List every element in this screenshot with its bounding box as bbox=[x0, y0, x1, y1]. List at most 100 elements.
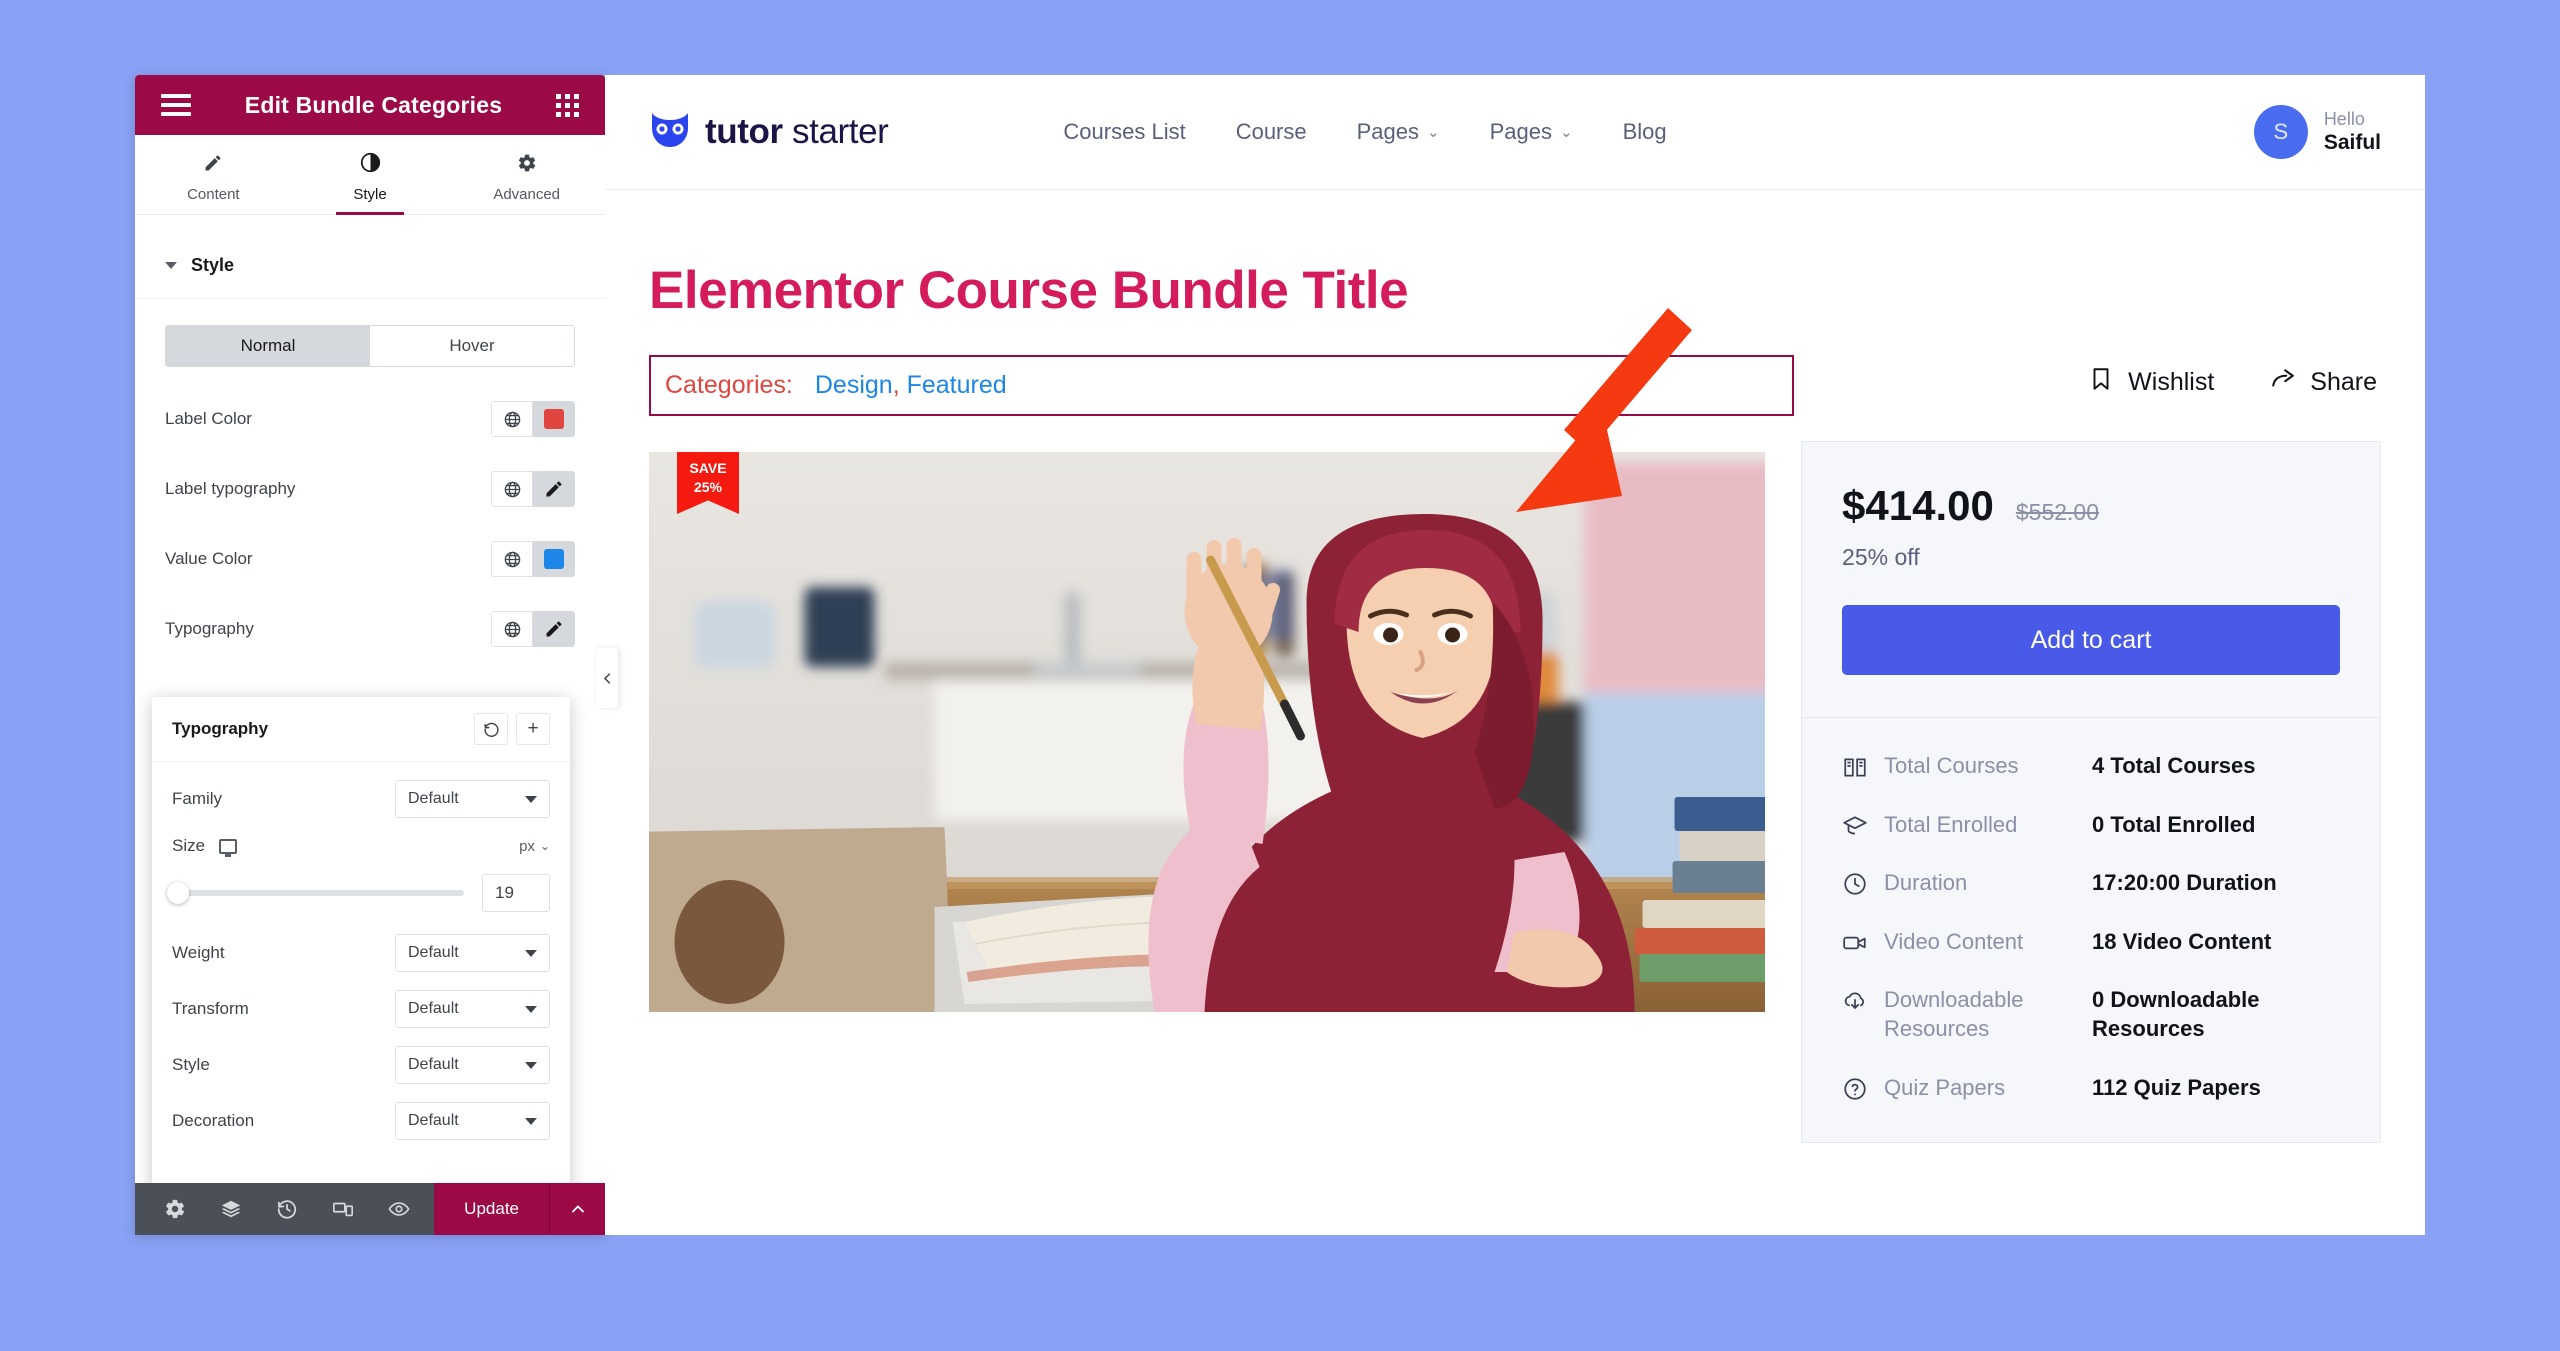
categories-values[interactable]: Design, Featured bbox=[815, 371, 1007, 400]
meta-value: 18 Video Content bbox=[2092, 928, 2272, 954]
brand-text: tutor starter bbox=[705, 112, 889, 152]
brand-light: starter bbox=[782, 112, 889, 151]
gear-settings-icon[interactable] bbox=[147, 1183, 203, 1235]
chevron-up-icon[interactable] bbox=[549, 1183, 605, 1235]
decoration-label: Decoration bbox=[172, 1111, 255, 1130]
nav-item-pages-1[interactable]: Pages ⌄ bbox=[1357, 119, 1440, 145]
weight-select[interactable]: Default bbox=[395, 934, 550, 972]
meta-label: Quiz Papers bbox=[1884, 1074, 2006, 1100]
size-slider-thumb[interactable] bbox=[166, 882, 189, 904]
responsive-devices-icon[interactable] bbox=[315, 1183, 371, 1235]
meta-row: Total Courses 4 Total Courses bbox=[1842, 752, 2340, 781]
share-label: Share bbox=[2310, 368, 2377, 396]
history-clock-icon[interactable] bbox=[259, 1183, 315, 1235]
decoration-select[interactable]: Default bbox=[395, 1102, 550, 1140]
contrast-half-circle-icon bbox=[360, 152, 381, 177]
transform-value: Default bbox=[408, 1000, 459, 1017]
chevron-down-icon: ⌄ bbox=[1427, 124, 1440, 141]
meta-row: Total Enrolled 0 Total Enrolled bbox=[1842, 811, 2340, 840]
color-preview bbox=[544, 409, 564, 429]
tab-style[interactable]: Style bbox=[292, 135, 449, 215]
hamburger-icon[interactable] bbox=[161, 94, 191, 116]
globe-icon[interactable] bbox=[491, 611, 533, 647]
chevron-down-icon: ⌄ bbox=[1559, 124, 1573, 141]
globe-icon[interactable] bbox=[491, 401, 533, 437]
size-value: 19 bbox=[495, 883, 514, 902]
site-logo[interactable]: tutor starter bbox=[649, 111, 889, 154]
grid-apps-icon[interactable] bbox=[556, 93, 579, 117]
wishlist-label: Wishlist bbox=[2128, 368, 2215, 396]
typography-field-size: Size px ⌄ bbox=[172, 836, 550, 856]
size-unit-selector[interactable]: px ⌄ bbox=[519, 838, 550, 855]
label-typography-edit-pencil-icon[interactable] bbox=[533, 471, 575, 507]
desktop-icon[interactable] bbox=[219, 838, 238, 854]
value-color-swatch[interactable] bbox=[533, 541, 575, 577]
wishlist-button[interactable]: Wishlist bbox=[2088, 366, 2214, 399]
globe-icon[interactable] bbox=[491, 541, 533, 577]
nav-label: Pages bbox=[1489, 119, 1552, 144]
share-button[interactable]: Share bbox=[2270, 366, 2377, 399]
decoration-value: Default bbox=[408, 1112, 459, 1129]
tab-advanced[interactable]: Advanced bbox=[448, 135, 605, 214]
nav-item-course[interactable]: Course bbox=[1236, 119, 1307, 145]
category-featured[interactable]: Featured bbox=[907, 371, 1007, 399]
size-slider-row: 19 bbox=[166, 874, 550, 912]
reset-arrow-icon[interactable] bbox=[474, 713, 508, 745]
label-color-swatch[interactable] bbox=[533, 401, 575, 437]
size-unit-value: px bbox=[519, 837, 535, 855]
chevron-down-icon bbox=[525, 1061, 537, 1069]
tab-advanced-label: Advanced bbox=[493, 185, 561, 203]
user-name: Saiful bbox=[2323, 131, 2381, 155]
meta-row: Quiz Papers 112 Quiz Papers bbox=[1842, 1074, 2340, 1103]
clock-icon bbox=[1842, 871, 1868, 897]
original-price: $552.00 bbox=[2015, 499, 2100, 525]
family-select[interactable]: Default bbox=[395, 780, 550, 818]
share-arrow-icon bbox=[2270, 366, 2296, 399]
nav-item-courses-list[interactable]: Courses List bbox=[1063, 119, 1185, 145]
meta-label: Duration bbox=[1884, 870, 1968, 896]
gear-icon bbox=[517, 153, 537, 177]
eye-preview-icon[interactable] bbox=[371, 1183, 427, 1235]
categories-widget[interactable]: Categories: Design, Featured bbox=[649, 355, 1794, 416]
update-button[interactable]: Update bbox=[434, 1183, 549, 1235]
site-header: tutor starter Courses List Course Pages … bbox=[605, 75, 2425, 190]
weight-label: Weight bbox=[172, 943, 225, 962]
state-normal-option[interactable]: Normal bbox=[166, 326, 370, 366]
control-label-color-label: Label Color bbox=[165, 409, 252, 428]
nav-item-blog[interactable]: Blog bbox=[1623, 119, 1667, 145]
user-account-menu[interactable]: S Hello Saiful bbox=[2253, 105, 2381, 159]
style-label: Style bbox=[172, 1055, 210, 1074]
tab-style-label: Style bbox=[353, 186, 387, 203]
family-label: Family bbox=[172, 789, 223, 808]
style-section-header[interactable]: Style bbox=[135, 215, 605, 299]
meta-row: Video Content 18 Video Content bbox=[1842, 928, 2340, 957]
panel-controls: Normal Hover Label Color Label typograph… bbox=[135, 299, 605, 679]
plus-icon[interactable]: + bbox=[516, 713, 550, 745]
avatar: S bbox=[2253, 105, 2308, 159]
transform-select[interactable]: Default bbox=[395, 990, 550, 1028]
layers-navigator-icon[interactable] bbox=[203, 1183, 259, 1235]
bookmark-icon bbox=[2088, 366, 2114, 399]
panel-collapse-handle[interactable] bbox=[596, 648, 618, 708]
meta-row: Duration 17:20:00 Duration bbox=[1842, 869, 2340, 898]
color-preview bbox=[544, 549, 564, 569]
bundle-hero-image: SAVE 25% bbox=[649, 452, 1766, 1012]
panel-header: Edit Bundle Categories bbox=[135, 75, 605, 135]
meta-value: 17:20:00 Duration bbox=[2092, 870, 2277, 896]
add-to-cart-button[interactable]: Add to cart bbox=[1842, 605, 2340, 675]
meta-label: Total Enrolled bbox=[1884, 811, 2018, 837]
tab-content[interactable]: Content bbox=[135, 135, 292, 214]
panel-tabs: Content Style Advanced bbox=[135, 135, 605, 215]
typography-popover-title: Typography bbox=[172, 719, 269, 738]
style-select[interactable]: Default bbox=[395, 1046, 550, 1084]
globe-icon[interactable] bbox=[491, 471, 533, 507]
category-design[interactable]: Design bbox=[815, 371, 893, 399]
state-hover-option[interactable]: Hover bbox=[370, 326, 574, 366]
size-slider[interactable] bbox=[166, 882, 464, 904]
panel-footer-bar: Update bbox=[135, 1183, 605, 1235]
meta-label: Video Content bbox=[1884, 928, 2024, 954]
graduation-cap-icon bbox=[1842, 813, 1868, 839]
size-number-input[interactable]: 19 bbox=[482, 874, 550, 912]
nav-item-pages-2[interactable]: Pages ⌄ bbox=[1490, 119, 1573, 145]
typography-edit-pencil-icon[interactable] bbox=[533, 611, 575, 647]
